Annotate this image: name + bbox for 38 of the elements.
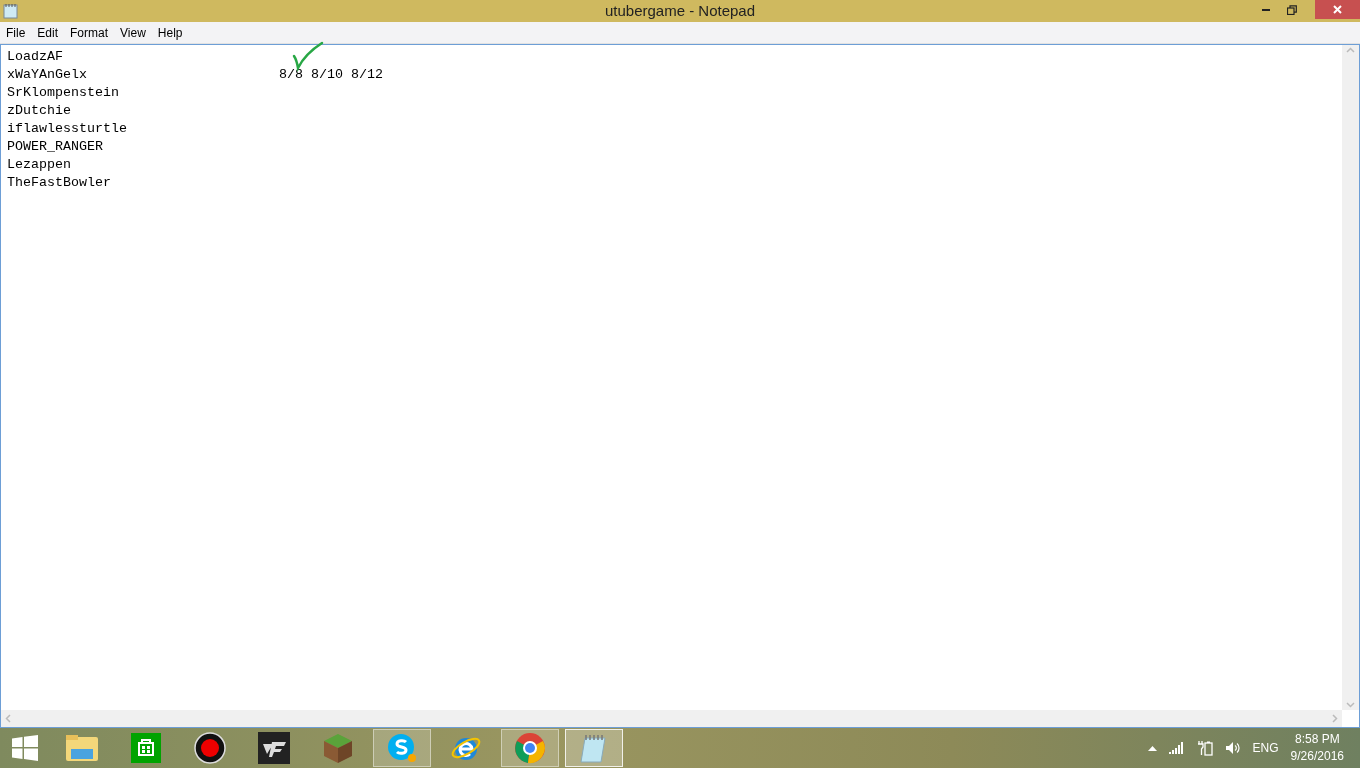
text-line: POWER_RANGER (7, 138, 104, 156)
close-button[interactable] (1315, 0, 1360, 19)
signal-icon (1168, 742, 1185, 754)
clock-date[interactable]: 9/26/2016 (1290, 748, 1344, 765)
text-line: iflawlessturtle (7, 120, 128, 138)
folder-icon (65, 733, 99, 763)
text-line: TheFastBowler (7, 174, 112, 192)
text-line: 8/8 8/10 8/12 (279, 66, 383, 84)
notepad-icon (3, 3, 18, 19)
window-title: utubergame - Notepad (604, 0, 756, 21)
text-line: SrKlompenstein (7, 84, 120, 102)
battery-plug-icon (1196, 740, 1213, 756)
speaker-icon (1224, 741, 1241, 755)
menu-item[interactable]: View (114, 23, 152, 42)
text-line: LoadzAF (7, 48, 64, 66)
caret-up-icon (1147, 745, 1157, 751)
minimize-icon (1262, 9, 1270, 11)
notepad-icon (579, 732, 609, 764)
menu-item[interactable]: Format (64, 23, 115, 42)
windows-logo-icon (12, 735, 38, 761)
menu-item[interactable]: File (0, 23, 32, 42)
grass-block-icon (323, 732, 353, 764)
horizontal-scrollbar[interactable] (1, 710, 1342, 727)
s-letter-icon (386, 732, 418, 764)
text-line: zDutchie (7, 102, 72, 120)
shopping-bag-icon (131, 733, 161, 763)
text-line: xWaYAnGelx (7, 66, 88, 84)
record-icon (194, 732, 226, 764)
text-line: Lezappen (7, 156, 72, 174)
game-logo-icon (258, 732, 290, 764)
vertical-scrollbar[interactable] (1342, 45, 1359, 710)
language-indicator[interactable]: ENG (1252, 739, 1279, 757)
menu-item[interactable]: Help (151, 23, 189, 42)
restore-icon (1287, 5, 1297, 15)
close-icon (1333, 5, 1342, 14)
clock-time[interactable]: 8:58 PM (1294, 731, 1340, 748)
browser-icon (514, 732, 546, 764)
menu-item[interactable]: Edit (31, 23, 65, 42)
